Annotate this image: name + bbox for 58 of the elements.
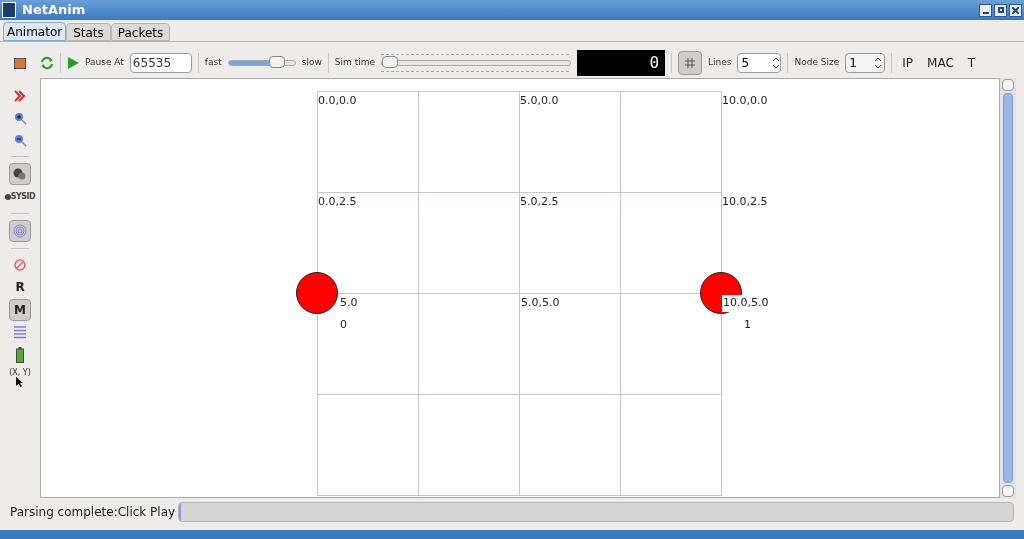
fingerprint-icon: [13, 224, 27, 238]
pause-at-field[interactable]: 65535: [129, 53, 192, 73]
battery-icon: [16, 347, 24, 363]
tab[interactable]: Stats: [66, 23, 111, 41]
tool-button[interactable]: (X, Y): [7, 367, 33, 387]
slow-label: slow: [301, 56, 322, 70]
grid-coordinate: 10.0,2.5: [722, 194, 768, 210]
tab[interactable]: Animator: [3, 22, 67, 41]
lines-icon: [14, 326, 26, 340]
pause-at-label: Pause At: [85, 56, 124, 70]
tool-button[interactable]: SYSID: [2, 187, 38, 207]
status-text: Parsing complete:Click Play: [10, 504, 176, 521]
app-icon: [2, 2, 16, 18]
close-button[interactable]: [1009, 3, 1022, 17]
spin-arrows-icon: [874, 57, 883, 69]
grid-coordinate: 10.0,0.0: [722, 93, 768, 109]
node-label: 1: [744, 317, 751, 333]
tool-button[interactable]: M: [9, 299, 31, 321]
scrollbar[interactable]: [1000, 78, 1016, 498]
grid-coordinate: 5.0,0.0: [520, 93, 559, 109]
grid-coordinate: 5.0,2.5: [520, 194, 559, 210]
window-title: NetAnim: [22, 1, 86, 20]
zoom-in-icon: [13, 111, 27, 125]
tab[interactable]: Packets: [110, 23, 171, 41]
tool-button[interactable]: [9, 163, 31, 185]
window-icon[interactable]: [14, 57, 26, 69]
no-entry-icon: [14, 259, 26, 271]
tool-button[interactable]: R: [13, 277, 27, 297]
lcd-display: 0: [577, 50, 665, 76]
zoom-out-icon: [13, 133, 27, 147]
refresh-icon[interactable]: [40, 56, 54, 70]
lines-spinbox[interactable]: 5: [737, 53, 782, 73]
spin-arrows-icon: [772, 56, 781, 70]
tool-button[interactable]: [14, 345, 26, 365]
node-size-label: Node Size: [794, 56, 840, 70]
circles-icon: [13, 168, 27, 180]
play-icon[interactable]: [67, 57, 79, 69]
slider-thumb[interactable]: [268, 56, 285, 68]
grid-coordinate: 0.0,0.0: [318, 93, 357, 109]
toolbar-button[interactable]: MAC: [923, 54, 958, 72]
chevrons-icon: [14, 90, 26, 102]
dot-icon: [4, 194, 11, 200]
grid-coordinate: 0.0,2.5: [318, 194, 357, 210]
grid-coordinate: 10.0,5.0: [722, 295, 770, 312]
grid-icon: [685, 58, 695, 68]
maximize-button[interactable]: [994, 3, 1007, 17]
lines-label: Lines: [708, 56, 732, 70]
toolbar-button[interactable]: T: [963, 54, 980, 72]
close-icon: [1012, 6, 1019, 14]
toolbar-button[interactable]: IP: [898, 54, 918, 72]
node-label: 0: [340, 317, 347, 333]
cursor-icon: [16, 376, 24, 387]
node-size-dropdown[interactable]: 1: [845, 53, 886, 73]
slider-thumb[interactable]: [382, 56, 398, 68]
fast-label: fast: [204, 56, 222, 70]
sim-time-label: Sim time: [334, 56, 375, 70]
minimize-button[interactable]: [979, 3, 992, 17]
grid-toggle-button[interactable]: [678, 51, 702, 75]
